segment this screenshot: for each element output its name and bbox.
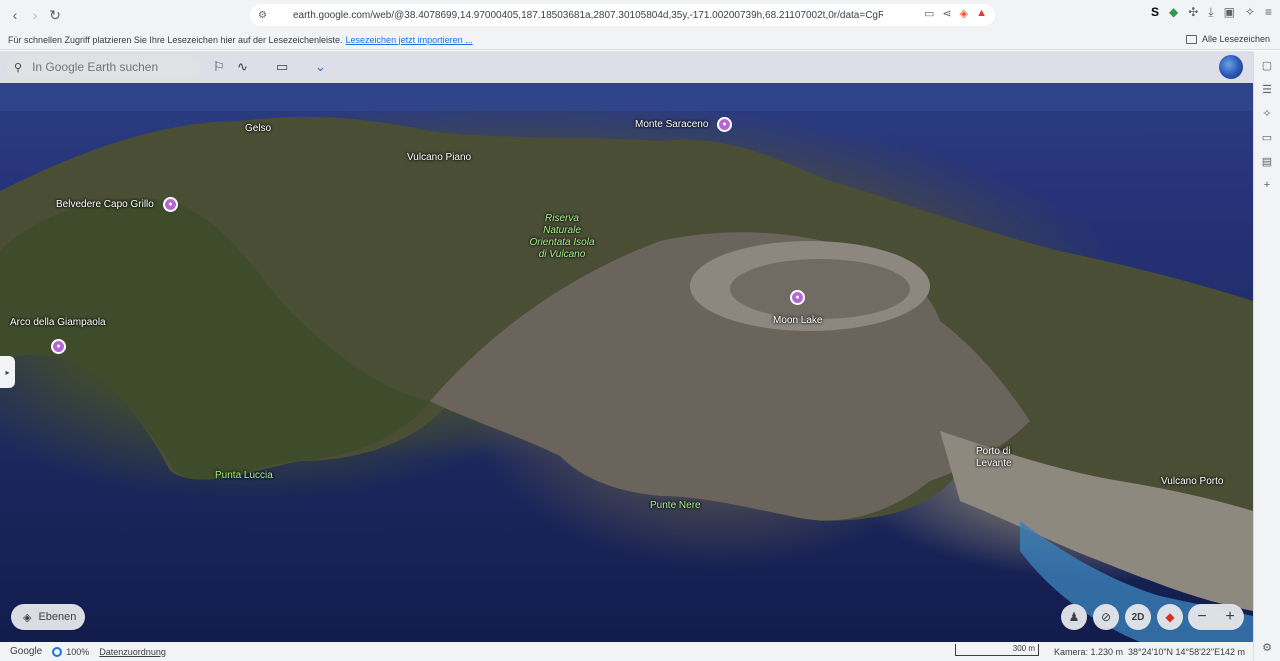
photo-pin-icon[interactable]: ● bbox=[717, 117, 732, 132]
toggle-2d-button[interactable]: 2D bbox=[1125, 604, 1151, 630]
photo-pin-icon[interactable]: ● bbox=[163, 197, 178, 212]
search-box[interactable]: ⚲ bbox=[6, 55, 200, 79]
riserva-line1: Riserva bbox=[545, 213, 579, 224]
scale-label: 300 m bbox=[1012, 644, 1035, 653]
leo-ai-icon[interactable]: ✧ bbox=[1261, 107, 1273, 120]
porto-line1: Porto di bbox=[976, 446, 1011, 457]
layers-icon: ◈ bbox=[23, 611, 32, 624]
label-belvedere-capo-grillo[interactable]: Belvedere Capo Grillo bbox=[56, 199, 154, 210]
expand-panel-button[interactable]: ▸ bbox=[0, 356, 15, 388]
camera-altitude: Kamera: 1.230 m bbox=[1054, 647, 1124, 657]
browser-sidebar: ▢ ☰ ✧ ▭ ▤ + ⚙ bbox=[1253, 51, 1280, 661]
cast-icon[interactable]: ▭ bbox=[924, 7, 934, 20]
coordinates: 38°24'10"N 14°58'22"E bbox=[1128, 647, 1221, 657]
tabs-icon[interactable]: ▢ bbox=[1261, 59, 1273, 72]
reload-icon[interactable]: ↻ bbox=[44, 4, 66, 26]
add-icon[interactable]: + bbox=[1261, 179, 1273, 191]
label-riserva-naturale[interactable]: Riserva Naturale Orientata Isola di Vulc… bbox=[522, 213, 602, 261]
label-vulcano-porto[interactable]: Vulcano Porto bbox=[1161, 476, 1223, 487]
brave-shield-icon[interactable]: ◈ bbox=[960, 7, 968, 20]
forward-icon[interactable]: › bbox=[24, 4, 46, 26]
label-punte-nere[interactable]: Punte Nere bbox=[650, 500, 701, 511]
download-icon[interactable]: ⤓ bbox=[1208, 5, 1213, 20]
zoom-out-button[interactable]: − bbox=[1197, 608, 1206, 626]
search-icon: ⚲ bbox=[14, 61, 23, 74]
google-logo: Google bbox=[10, 646, 43, 657]
folder-icon bbox=[1185, 34, 1197, 44]
compass-icon[interactable]: ◆ bbox=[1157, 604, 1183, 630]
layers-label: Ebenen bbox=[38, 611, 77, 623]
status-bar: Google 100% Datenzuordnung 300 m Kamera:… bbox=[0, 642, 1253, 661]
playlist-icon[interactable]: ▭ bbox=[1261, 131, 1273, 144]
all-bookmarks-button[interactable]: Alle Lesezeichen bbox=[1185, 34, 1270, 44]
elevation: 142 m bbox=[1220, 647, 1246, 657]
address-bar[interactable]: ⚙ earth.google.com/web/@38.4078699,14.97… bbox=[250, 4, 995, 26]
label-moon-lake[interactable]: Moon Lake bbox=[773, 315, 822, 326]
zoom-control: − + bbox=[1188, 604, 1244, 630]
chevron-right-icon: ▸ bbox=[5, 367, 10, 377]
url-text[interactable]: earth.google.com/web/@38.4078699,14.9700… bbox=[293, 10, 883, 21]
label-punta-luccia[interactable]: Punta Luccia bbox=[215, 470, 273, 481]
label-gelso[interactable]: Gelso bbox=[245, 123, 271, 134]
import-bookmarks-link[interactable]: Lesezeichen jetzt importieren ... bbox=[346, 35, 473, 45]
porto-line2: Levante bbox=[976, 458, 1012, 469]
label-vulcano-piano[interactable]: Vulcano Piano bbox=[407, 152, 471, 163]
pegman-icon[interactable]: ♟ bbox=[1061, 604, 1087, 630]
extensions-puzzle-icon[interactable]: ✣ bbox=[1188, 5, 1198, 20]
brave-rewards-icon[interactable]: ▲ bbox=[976, 7, 987, 20]
account-globe-avatar[interactable] bbox=[1219, 55, 1243, 79]
label-arco-della-giampaola[interactable]: Arco della Giampaola bbox=[10, 317, 106, 328]
label-monte-saraceno[interactable]: Monte Saraceno bbox=[635, 119, 708, 130]
all-bookmarks-label: Alle Lesezeichen bbox=[1201, 34, 1270, 44]
chevron-down-icon[interactable]: ⌄ bbox=[315, 59, 326, 75]
bookmarks-icon[interactable]: ▤ bbox=[1261, 155, 1273, 168]
layers-button[interactable]: ◈ Ebenen bbox=[11, 604, 85, 630]
loading-ring-icon bbox=[52, 646, 63, 657]
back-icon[interactable]: ‹ bbox=[4, 4, 26, 26]
settings-gear-icon[interactable]: ⚙ bbox=[1261, 641, 1273, 654]
photo-pin-icon[interactable]: ● bbox=[51, 339, 66, 354]
sidebar-icon[interactable]: ▣ bbox=[1224, 5, 1235, 20]
tilt-toggle-icon[interactable]: ⊘ bbox=[1093, 604, 1119, 630]
photo-pin-icon[interactable]: ● bbox=[790, 290, 805, 305]
bookmarks-bar: Für schnellen Zugriff platzieren Sie Ihr… bbox=[0, 30, 1280, 50]
extension-shield-icon[interactable]: ◆ bbox=[1169, 5, 1178, 20]
bookmarks-prompt: Für schnellen Zugriff platzieren Sie Ihr… bbox=[8, 34, 343, 45]
search-input[interactable] bbox=[32, 60, 183, 74]
site-info-icon[interactable]: ⚙ bbox=[258, 10, 267, 21]
scale-bar: 300 m bbox=[955, 644, 1039, 656]
loading-percent: 100% bbox=[66, 646, 90, 657]
riserva-line2: Naturale bbox=[543, 225, 581, 236]
browser-toolbar: ‹ › ↻ ☆ ⚙ earth.google.com/web/@38.40786… bbox=[0, 0, 1280, 30]
riserva-line4: di Vulcano bbox=[538, 249, 586, 260]
zoom-in-button[interactable]: + bbox=[1225, 608, 1234, 626]
earth-toolbar: ⚲ ⚐ ∿ ▭ ⌄ bbox=[0, 51, 1253, 83]
attribution-link[interactable]: Datenzuordnung bbox=[99, 647, 166, 657]
add-placemark-icon[interactable]: ⚐ bbox=[213, 59, 225, 75]
extension-s-icon[interactable]: S bbox=[1151, 5, 1159, 20]
draw-path-icon[interactable]: ∿ bbox=[237, 59, 248, 75]
riserva-line3: Orientata Isola bbox=[529, 237, 595, 248]
terrain-illustration bbox=[0, 51, 1253, 642]
leo-icon[interactable]: ✧ bbox=[1245, 5, 1255, 20]
share-icon[interactable]: ⋖ bbox=[942, 7, 951, 20]
menu-icon[interactable]: ≡ bbox=[1265, 5, 1272, 20]
reading-list-icon[interactable]: ☰ bbox=[1261, 83, 1273, 96]
earth-map-view[interactable]: Gelso Vulcano Piano Monte Saraceno ● Bel… bbox=[0, 51, 1253, 642]
label-porto-di-levante[interactable]: Porto di Levante bbox=[976, 446, 1012, 470]
measure-ruler-icon[interactable]: ▭ bbox=[276, 59, 288, 75]
